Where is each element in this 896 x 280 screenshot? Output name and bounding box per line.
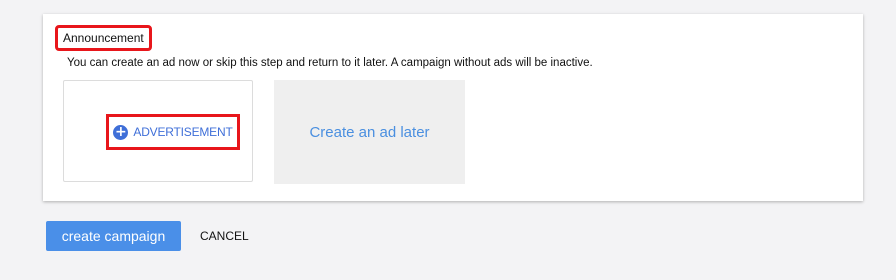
create-campaign-button[interactable]: create campaign	[46, 221, 181, 251]
create-ad-later-label: Create an ad later	[309, 123, 430, 141]
add-advertisement-button[interactable]: + ADVERTISEMENT	[106, 114, 240, 150]
create-ad-card: + ADVERTISEMENT	[63, 80, 253, 182]
create-ad-later-card[interactable]: Create an ad later	[274, 80, 465, 184]
ad-setup-panel: Announcement You can create an ad now or…	[43, 14, 863, 201]
cancel-button[interactable]: CANCEL	[200, 229, 249, 243]
add-advertisement-label: ADVERTISEMENT	[133, 125, 233, 139]
section-title: Announcement	[55, 25, 152, 51]
section-description: You can create an ad now or skip this st…	[67, 57, 593, 69]
plus-circle-icon: +	[113, 123, 129, 140]
